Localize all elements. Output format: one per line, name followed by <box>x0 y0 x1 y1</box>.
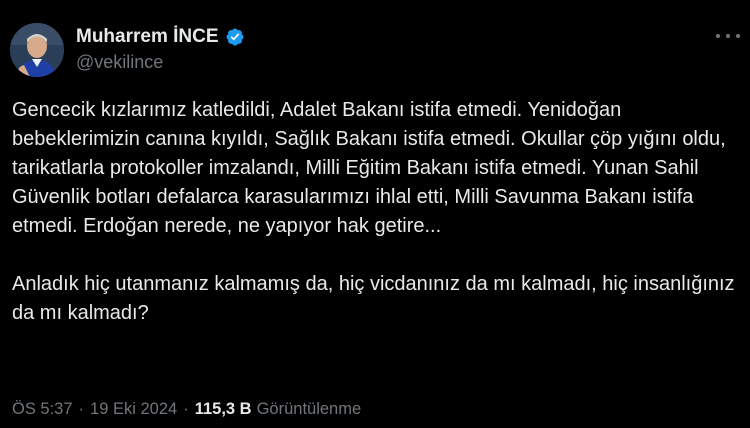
author-handle[interactable]: @vekilince <box>76 52 163 73</box>
tweet-date[interactable]: 19 Eki 2024 <box>90 400 177 419</box>
more-horizontal-icon <box>726 34 730 38</box>
tweet-paragraph: Anladık hiç utanmanız kalmamış da, hiç v… <box>12 273 735 324</box>
more-horizontal-icon <box>736 34 740 38</box>
separator: · <box>78 400 85 418</box>
more-horizontal-icon <box>716 34 720 38</box>
views-label: Görüntülenme <box>256 400 362 418</box>
author-display-name[interactable]: Muharrem İNCE <box>76 26 219 48</box>
profile-avatar-image <box>10 23 64 77</box>
tweet-text: Gencecik kızlarımız katledildi, Adalet B… <box>12 96 740 328</box>
tweet-card: Muharrem İNCE @vekilince Gencecik kızlar… <box>0 0 750 428</box>
tweet-metadata: ÖS 5:37 · 19 Eki 2024 · 115,3 B Görüntül… <box>12 400 361 419</box>
verified-badge-icon[interactable] <box>225 27 245 47</box>
tweet-paragraph: Gencecik kızlarımız katledildi, Adalet B… <box>12 99 726 237</box>
separator: · <box>183 400 189 418</box>
more-options-button[interactable] <box>716 26 740 46</box>
views-count: 115,3 B <box>194 400 252 418</box>
author-name-row: Muharrem İNCE <box>76 24 245 50</box>
tweet-time[interactable]: ÖS 5:37 <box>12 400 73 419</box>
avatar[interactable] <box>10 23 64 77</box>
